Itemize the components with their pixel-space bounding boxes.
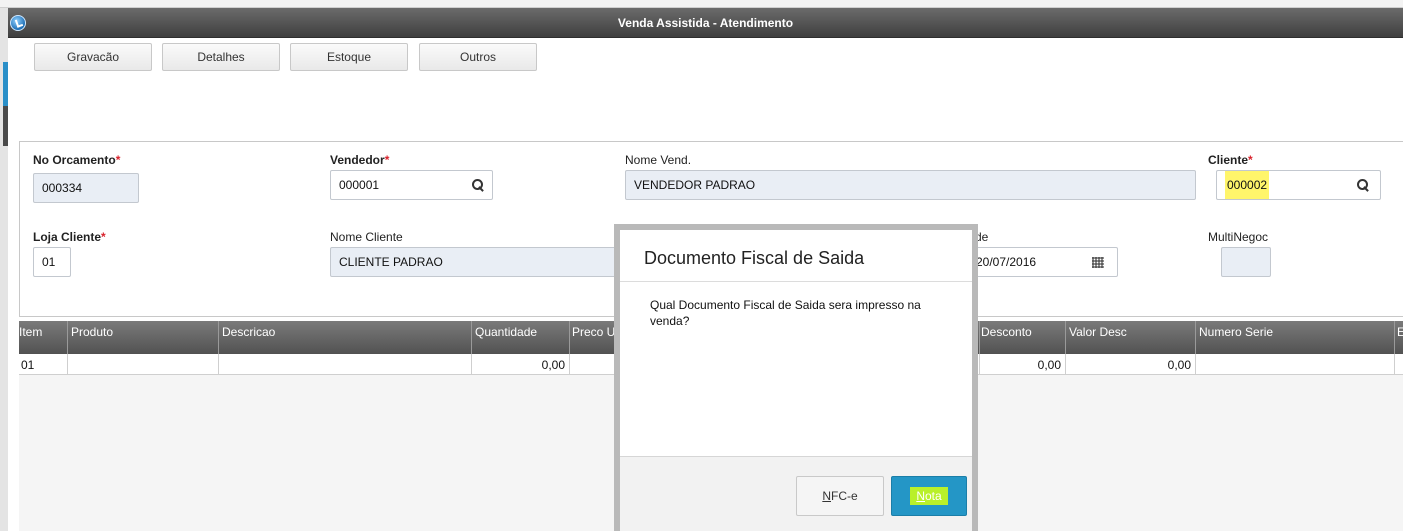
date-field[interactable]: 20/07/2016	[965, 247, 1118, 277]
calendar-icon[interactable]	[1092, 257, 1104, 268]
fiscal-document-dialog: Documento Fiscal de Saida Qual Documento…	[614, 224, 978, 531]
estoque-button[interactable]: Estoque	[290, 43, 408, 71]
search-icon[interactable]	[472, 179, 485, 192]
col-quantidade[interactable]: Quantidade	[475, 325, 537, 339]
col-numero-serie[interactable]: Numero Serie	[1199, 325, 1273, 339]
window-title: Venda Assistida - Atendimento	[617, 16, 794, 30]
dialog-title: Documento Fiscal de Saida	[644, 248, 865, 268]
top-strip	[0, 0, 1403, 8]
dialog-divider	[620, 281, 972, 282]
orcamento-label: No Orcamento*	[33, 153, 121, 167]
col-desconto[interactable]: Desconto	[981, 325, 1032, 339]
cell-quantidade: 0,00	[541, 358, 565, 372]
multinegoc-label: MultiNegoc	[1208, 230, 1269, 244]
col-descricao[interactable]: Descricao	[222, 325, 275, 339]
dialog-footer: NFC-e Nota	[620, 456, 972, 531]
col-valor-desc[interactable]: Valor Desc	[1069, 325, 1127, 339]
cliente-field[interactable]: 000002	[1216, 170, 1381, 200]
left-edge-panel	[0, 8, 8, 531]
gravacao-button[interactable]: Gravacão	[34, 43, 152, 71]
multinegoc-field[interactable]	[1221, 247, 1271, 277]
orcamento-field[interactable]: 000334	[33, 173, 139, 203]
loja-cliente-label: Loja Cliente*	[33, 230, 106, 244]
cliente-label: Cliente*	[1208, 153, 1253, 167]
search-icon[interactable]	[1357, 179, 1370, 192]
left-edge-tab-dark[interactable]	[3, 106, 8, 146]
col-produto[interactable]: Produto	[71, 325, 113, 339]
nome-vend-field: VENDEDOR PADRAO	[625, 170, 1196, 200]
outros-button[interactable]: Outros	[419, 43, 537, 71]
window-titlebar: Venda Assistida - Atendimento	[8, 8, 1403, 38]
vendedor-field[interactable]: 000001	[330, 170, 493, 200]
dialog-message: Qual Documento Fiscal de Saida sera impr…	[650, 298, 921, 328]
col-item[interactable]: Item	[19, 325, 42, 339]
nome-cliente-field: CLIENTE PADRAO	[330, 247, 630, 277]
loja-cliente-field[interactable]: 01	[33, 247, 71, 277]
col-extra[interactable]: E	[1397, 325, 1403, 339]
detalhes-button[interactable]: Detalhes	[162, 43, 280, 71]
cell-item: 01	[21, 358, 35, 372]
nome-vend-label: Nome Vend.	[625, 153, 692, 167]
left-edge-tab-blue[interactable]	[3, 62, 8, 106]
vendedor-label: Vendedor*	[330, 153, 390, 167]
nota-button[interactable]: Nota	[891, 476, 967, 516]
cell-desconto: 0,00	[1037, 358, 1061, 372]
nome-cliente-label: Nome Cliente	[330, 230, 403, 244]
col-preco-unit[interactable]: Preco U	[572, 325, 615, 339]
nfce-button[interactable]: NFC-e	[796, 476, 884, 516]
cell-valor-desc: 0,00	[1167, 358, 1191, 372]
